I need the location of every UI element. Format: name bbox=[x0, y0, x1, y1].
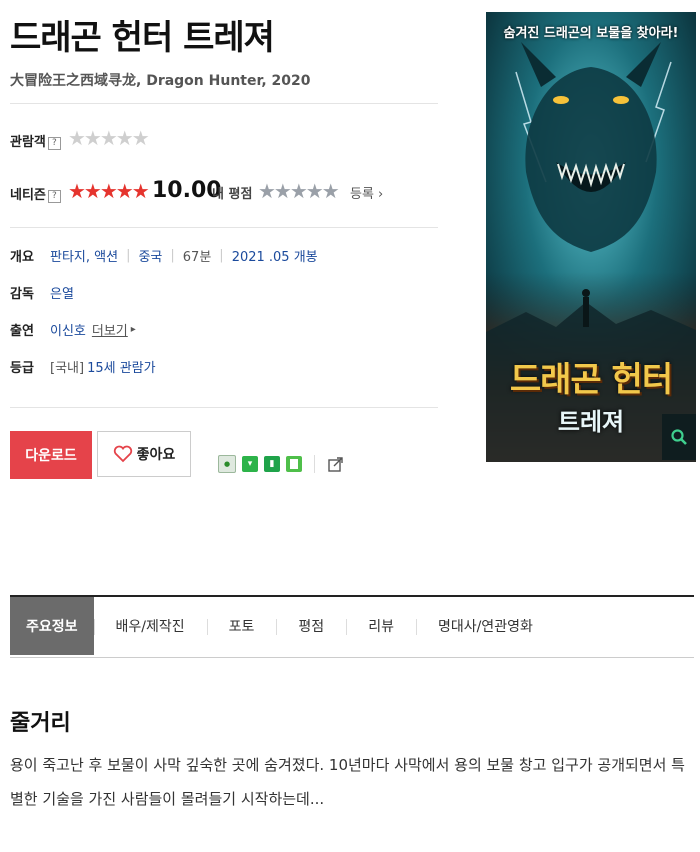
bookmark-share-icon[interactable]: ▮ bbox=[264, 456, 280, 472]
country-link[interactable]: 중국 bbox=[138, 246, 162, 265]
register-rating-link[interactable]: 등록 › bbox=[350, 183, 383, 202]
tab-main-info[interactable]: 주요정보 bbox=[10, 597, 94, 655]
like-label: 좋아요 bbox=[136, 447, 176, 463]
separator: | bbox=[170, 248, 175, 263]
heart-icon bbox=[113, 445, 132, 463]
my-rating-label: 내 평점 bbox=[212, 187, 253, 202]
plot-text: 용이 죽고난 후 보물이 사막 깊숙한 곳에 숨겨졌다. 10년마다 사막에서 … bbox=[10, 756, 685, 808]
audience-rating-label: 관람객? bbox=[10, 131, 61, 150]
poster-tagline: 숨겨진 드래곤의 보물을 찾아라! bbox=[503, 26, 679, 41]
plot-heading: 줄거리 bbox=[10, 711, 71, 736]
download-button[interactable]: 다운로드 bbox=[10, 431, 92, 479]
line-share-icon[interactable]: ● bbox=[218, 455, 236, 473]
poster-zoom-button[interactable] bbox=[662, 414, 696, 460]
chevron-right-icon: ▸ bbox=[130, 324, 136, 335]
separator: | bbox=[219, 248, 224, 263]
tab-photo[interactable]: 포토 bbox=[206, 597, 277, 655]
share-icons: ● ▾ ▮ bbox=[218, 455, 345, 473]
director-link[interactable]: 은열 bbox=[50, 283, 74, 302]
more-cast-link[interactable]: 더보기 bbox=[92, 320, 128, 339]
netizen-rating-label: 네티즌? bbox=[10, 184, 61, 203]
magnifier-icon bbox=[671, 429, 687, 445]
genre-link[interactable]: 판타지, 액션 bbox=[50, 246, 118, 265]
band-share-icon[interactable]: ▾ bbox=[242, 456, 258, 472]
movie-subtitle: 大冒险王之西域寻龙, Dragon Hunter, 2020 bbox=[10, 73, 311, 89]
release-date-link[interactable]: 2021 .05 개봉 bbox=[232, 246, 318, 265]
movie-poster[interactable]: 숨겨진 드래곤의 보물을 찾아라! 드래곤 헌터 트레져 bbox=[486, 12, 696, 462]
overview-label: 개요 bbox=[10, 250, 34, 265]
cast-label: 출연 bbox=[10, 324, 34, 339]
my-rating-stars[interactable]: ★★★★★ bbox=[258, 181, 340, 201]
divider bbox=[10, 407, 438, 408]
divider bbox=[10, 103, 438, 104]
grade-label: 등급 bbox=[10, 361, 34, 376]
grade-link[interactable]: 15세 관람가 bbox=[87, 357, 156, 376]
runtime: 67분 bbox=[182, 250, 212, 265]
content-tabs: 주요정보 배우/제작진 포토 평점 리뷰 명대사/연관영화 bbox=[10, 595, 694, 658]
divider bbox=[10, 227, 438, 228]
movie-title: 드래곤 헌터 트레져 bbox=[10, 18, 275, 58]
audience-stars: ★★★★★ bbox=[68, 126, 150, 150]
tab-rating[interactable]: 평점 bbox=[276, 597, 346, 655]
director-label: 감독 bbox=[10, 287, 34, 302]
tab-cast-crew[interactable]: 배우/제작진 bbox=[93, 597, 207, 655]
cast-row: 출연 이신호 더보기 ▸ bbox=[10, 320, 136, 339]
director-row: 감독 은열 bbox=[10, 283, 74, 302]
grade-region: [국내] bbox=[50, 361, 85, 376]
help-icon[interactable]: ? bbox=[47, 190, 61, 203]
separator bbox=[314, 455, 315, 473]
separator: | bbox=[126, 248, 131, 263]
share-icon[interactable] bbox=[327, 455, 345, 473]
netizen-stars: ★★★★★ bbox=[68, 179, 150, 203]
tab-quotes-related[interactable]: 명대사/연관영화 bbox=[415, 597, 555, 655]
poster-title: 드래곤 헌터 bbox=[509, 360, 673, 400]
cast-link[interactable]: 이신호 bbox=[50, 320, 86, 339]
memo-share-icon[interactable] bbox=[286, 456, 302, 472]
overview-row: 개요 판타지, 액션 | 중국 | 67분 | 2021 .05 개봉 bbox=[10, 246, 318, 265]
grade-row: 등급 [국내] 15세 관람가 bbox=[10, 357, 156, 376]
help-icon[interactable]: ? bbox=[47, 137, 61, 150]
tab-review[interactable]: 리뷰 bbox=[346, 597, 416, 655]
like-button[interactable]: 좋아요 bbox=[97, 431, 191, 477]
